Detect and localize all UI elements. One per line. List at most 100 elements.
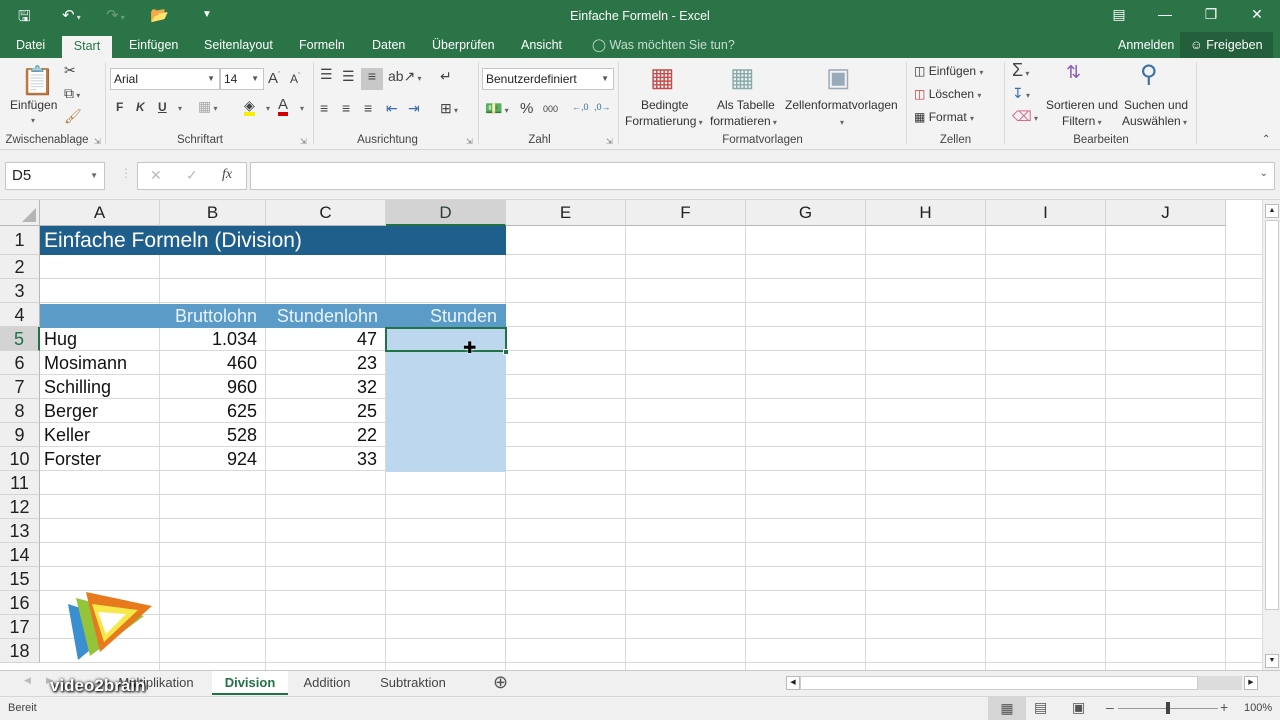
row-header-9[interactable]: 9	[0, 423, 40, 447]
bold-button[interactable]: F	[116, 100, 123, 114]
column-header-j[interactable]: J	[1106, 200, 1226, 226]
format-cells-button[interactable]: ▦ Format ▾	[914, 110, 974, 124]
column-header-a[interactable]: A	[40, 200, 160, 226]
tab-einfuegen[interactable]: Einfügen	[119, 32, 188, 58]
cell-styles-button[interactable]: Zellenformatvorlagen	[785, 98, 898, 112]
fill-color-icon[interactable]: ◈	[244, 98, 255, 116]
expand-formula-bar-icon[interactable]: ⌄	[1260, 168, 1268, 179]
align-top-icon[interactable]: ☰	[320, 66, 333, 83]
column-header-d[interactable]: D	[386, 200, 506, 226]
paste-button[interactable]: Einfügen	[10, 98, 57, 112]
find-magnifier-icon[interactable]: ⚲	[1140, 60, 1158, 89]
tab-start[interactable]: Start	[62, 36, 112, 58]
currency-icon[interactable]: 💵 ▾	[485, 100, 509, 117]
page-break-view-icon[interactable]: ▣	[1072, 699, 1085, 716]
restore-icon[interactable]: ❐	[1196, 6, 1226, 23]
borders-icon[interactable]: ▦ ▾	[198, 98, 217, 115]
cell-bruttolohn[interactable]: 924	[160, 447, 266, 471]
sort-filter-icon[interactable]: ⇅	[1066, 62, 1081, 83]
row-header-3[interactable]: 3	[0, 279, 40, 303]
splitter-dots-icon[interactable]: ⋮	[120, 166, 132, 180]
cell-bruttolohn[interactable]: 460	[160, 351, 266, 375]
thousands-separator-button[interactable]: 000	[543, 104, 558, 114]
sheet-title-cell[interactable]: Einfache Formeln (Division)	[40, 227, 306, 255]
cell-name[interactable]: Keller	[40, 423, 160, 447]
italic-button[interactable]: K	[136, 100, 145, 114]
cell-stundenlohn[interactable]: 47	[266, 327, 386, 351]
horizontal-scroll-thumb[interactable]	[800, 676, 1198, 690]
zoom-in-icon[interactable]: +	[1220, 699, 1228, 715]
zoom-slider-thumb[interactable]	[1166, 702, 1170, 714]
align-left-icon[interactable]: ≡	[320, 100, 328, 116]
format-painter-icon[interactable]: 🖌	[64, 108, 82, 125]
find-select-button[interactable]: Suchen und	[1124, 98, 1188, 112]
align-bottom-icon[interactable]: ≡	[361, 68, 383, 90]
column-header-g[interactable]: G	[746, 200, 866, 226]
header-stunden[interactable]: Stunden	[386, 304, 506, 328]
delete-cells-button[interactable]: ◫ Löschen ▾	[914, 87, 981, 101]
row-header-10[interactable]: 10	[0, 447, 40, 471]
align-center-icon[interactable]: ≡	[342, 100, 350, 116]
number-format-select[interactable]: Benutzerdefiniert ▼	[482, 68, 614, 90]
vertical-scroll-thumb[interactable]	[1265, 220, 1279, 610]
font-color-icon[interactable]: A	[278, 97, 289, 116]
scroll-left-icon[interactable]: ◀	[786, 676, 800, 690]
scroll-right-icon[interactable]: ▶	[1244, 676, 1258, 690]
normal-view-icon[interactable]: ▦	[988, 697, 1026, 720]
merge-center-icon[interactable]: ⊞ ▾	[440, 100, 458, 117]
decrease-indent-icon[interactable]: ⇤	[386, 100, 398, 117]
orientation-icon[interactable]: ab↗ ▾	[388, 68, 422, 85]
align-right-icon[interactable]: ≡	[364, 100, 372, 116]
format-as-table-button-line2[interactable]: formatieren ▾	[710, 114, 777, 128]
column-header-i[interactable]: I	[986, 200, 1106, 226]
share-button[interactable]: ☺ Freigeben	[1180, 32, 1273, 58]
font-family-select[interactable]: Arial ▼	[110, 68, 220, 90]
cancel-icon[interactable]: ✕	[150, 167, 162, 184]
minimize-icon[interactable]: —	[1150, 6, 1180, 22]
tab-formeln[interactable]: Formeln	[289, 32, 355, 58]
clear-eraser-icon[interactable]: ⌫ ▾	[1012, 108, 1038, 125]
row-header-2[interactable]: 2	[0, 255, 40, 279]
cell-stundenlohn[interactable]: 23	[266, 351, 386, 375]
row-header-5[interactable]: 5	[0, 327, 40, 351]
row-header-11[interactable]: 11	[0, 471, 40, 495]
format-as-table-button[interactable]: Als Tabelle	[717, 98, 775, 112]
name-box[interactable]: D5 ▼	[5, 162, 105, 190]
conditional-formatting-button-line2[interactable]: Formatierung ▾	[625, 114, 703, 128]
scroll-up-icon[interactable]: ▲	[1265, 204, 1279, 218]
signin-link[interactable]: Anmelden	[1108, 32, 1184, 58]
horizontal-scroll-track[interactable]	[1198, 676, 1242, 690]
percent-button[interactable]: %	[520, 100, 533, 117]
row-header-6[interactable]: 6	[0, 351, 40, 375]
wrap-text-icon[interactable]: ↵	[440, 68, 452, 85]
cell-bruttolohn[interactable]: 528	[160, 423, 266, 447]
shrink-font-icon[interactable]: Aˇ	[290, 72, 300, 86]
sheet-tab-division[interactable]: Division	[212, 671, 288, 695]
tab-seitenlayout[interactable]: Seitenlayout	[194, 32, 283, 58]
autosum-icon[interactable]: Σ ▾	[1012, 60, 1029, 81]
sort-filter-button[interactable]: Sortieren und	[1046, 98, 1118, 112]
decrease-decimal-icon[interactable]: ,0→	[594, 102, 611, 112]
copy-icon[interactable]: ⧉ ▾	[64, 85, 80, 102]
format-as-table-icon[interactable]: ▦	[730, 62, 755, 93]
close-icon[interactable]: ✕	[1242, 6, 1272, 23]
underline-button[interactable]: U	[158, 100, 167, 114]
formula-input[interactable]: ⌄	[250, 162, 1275, 190]
cell-bruttolohn[interactable]: 960	[160, 375, 266, 399]
align-middle-icon[interactable]: ☰	[342, 68, 355, 85]
tab-ansicht[interactable]: Ansicht	[511, 32, 572, 58]
cell-name[interactable]: Hug	[40, 327, 160, 351]
row-header-16[interactable]: 16	[0, 591, 40, 615]
tell-me-search[interactable]: ◯ Was möchten Sie tun?	[582, 32, 745, 58]
scroll-down-icon[interactable]: ▼	[1265, 654, 1279, 668]
cell-bruttolohn[interactable]: 625	[160, 399, 266, 423]
collapse-ribbon-icon[interactable]: ⌃	[1262, 134, 1270, 145]
enter-check-icon[interactable]: ✓	[186, 167, 198, 184]
row-header-15[interactable]: 15	[0, 567, 40, 591]
cell-stundenlohn[interactable]: 25	[266, 399, 386, 423]
column-header-b[interactable]: B	[160, 200, 266, 226]
sheet-tab-addition[interactable]: Addition	[290, 671, 364, 695]
insert-cells-button[interactable]: ◫ Einfügen ▾	[914, 64, 983, 78]
paste-dropdown[interactable]: ▾	[31, 116, 35, 125]
fill-color-dropdown[interactable]: ▾	[266, 104, 270, 113]
